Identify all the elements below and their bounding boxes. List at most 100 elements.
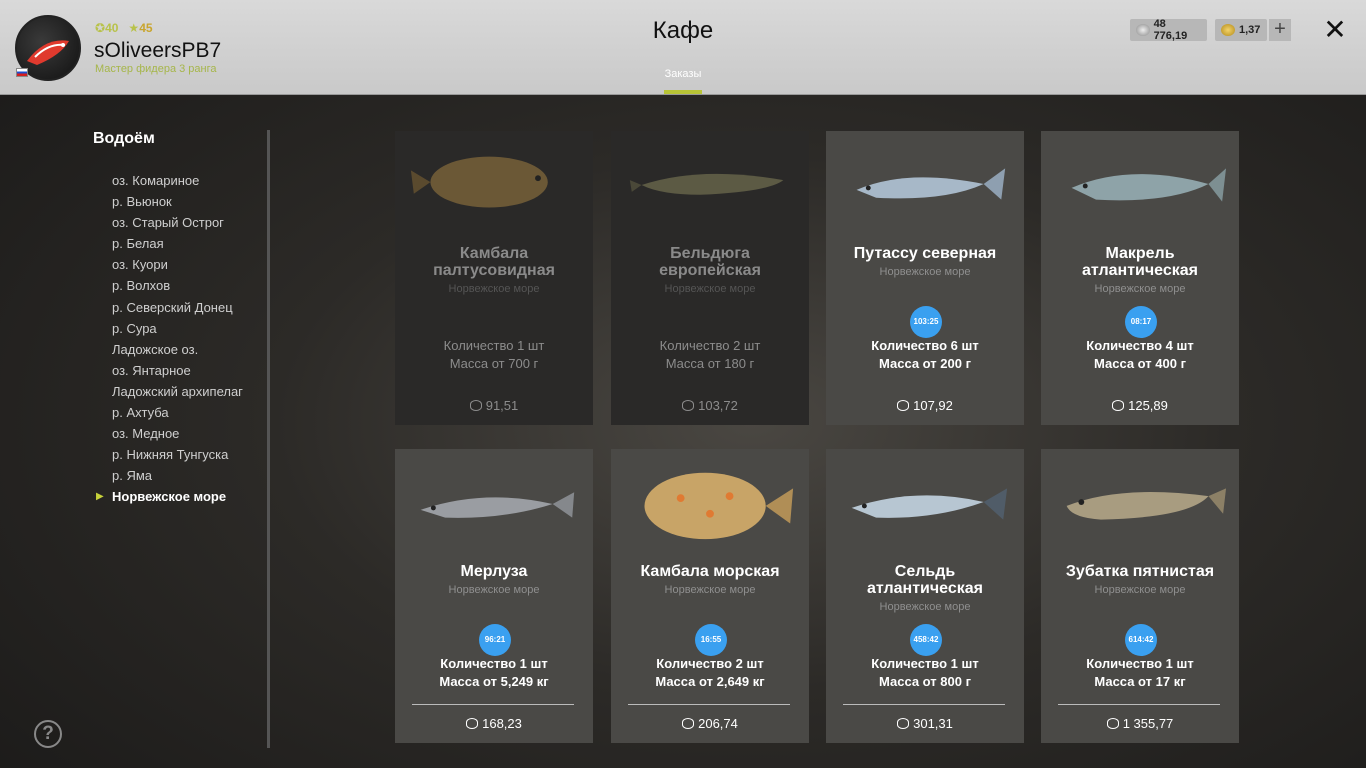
order-mass: Масса от 200 г <box>879 356 971 371</box>
order-card[interactable]: Путассу северная Норвежское море 103:25 Кол… <box>826 131 1024 425</box>
sidebar-item-label: р. Вьюнок <box>112 194 172 210</box>
order-quantity: Количество 2 шт <box>659 338 761 353</box>
order-price: 107,92 <box>826 398 1024 413</box>
sidebar-item[interactable]: оз. Куори <box>112 254 243 275</box>
coin-icon <box>682 400 695 411</box>
fish-name-line1: Путассу северная <box>853 245 997 262</box>
fish-name: Мерлуза <box>395 563 593 580</box>
help-icon[interactable]: ? <box>34 720 62 748</box>
order-price-value: 91,51 <box>485 398 519 413</box>
fish-name-line2: атлантическая <box>866 580 984 597</box>
order-card[interactable]: Камбала морская Норвежское море 16:55 Колич… <box>611 449 809 743</box>
sidebar-item[interactable]: ▶ Норвежское море <box>96 486 243 507</box>
fish-name: Зубатка пятнистая <box>1041 563 1239 580</box>
sidebar-item[interactable]: Ладожское оз. <box>112 339 243 360</box>
order-card[interactable]: Камбала палтусовидная Норвежское море Колич… <box>395 131 593 425</box>
order-mass: Масса от 700 г <box>449 356 539 371</box>
sidebar-item-label: Норвежское море <box>112 489 227 505</box>
order-price-value: 103,72 <box>698 398 738 413</box>
timer-badge: 103:25 <box>910 306 942 338</box>
order-price: 301,31 <box>826 716 1024 731</box>
timer-badge: 614:42 <box>1125 624 1157 656</box>
sidebar-item-label: оз. Старый Острог <box>112 215 224 231</box>
fish-name-line2: европейская <box>659 262 761 279</box>
gold-balance: 1,37 <box>1215 19 1267 41</box>
order-price: 103,72 <box>611 398 809 413</box>
card-divider <box>843 704 1005 705</box>
sidebar-item[interactable]: оз. Янтарное <box>112 360 243 381</box>
fish-name-line1: Зубатка пятнистая <box>1065 563 1215 580</box>
card-divider <box>628 704 790 705</box>
fish-region: Норвежское море <box>879 601 971 613</box>
sidebar-item[interactable]: р. Сура <box>112 318 243 339</box>
order-mass: Масса от 17 кг <box>1094 674 1186 689</box>
sidebar-item[interactable]: р. Вьюнок <box>112 191 243 212</box>
sidebar-item[interactable]: р. Белая <box>112 233 243 254</box>
active-tab-indicator <box>664 90 702 94</box>
fish-region: Норвежское море <box>879 266 971 278</box>
fish-name-line2: палтусовидная <box>433 262 555 279</box>
waterbody-list: оз. Комариное р. Вьюнок оз. Старый Острог р… <box>96 170 243 508</box>
silver-coin-icon <box>1136 24 1150 36</box>
tab-orders[interactable]: Заказы <box>663 68 703 80</box>
order-card[interactable]: Бельдюга европейская Норвежское море Количе… <box>611 131 809 425</box>
sidebar-item[interactable]: оз. Комариное <box>112 170 243 191</box>
sidebar-item[interactable]: р. Ахтуба <box>112 402 243 423</box>
order-quantity: Количество 1 шт <box>440 656 548 671</box>
card-divider <box>412 704 574 705</box>
timer-badge: 458:42 <box>910 624 942 656</box>
fish-name: Камбала морская <box>611 563 809 580</box>
fish-name-line1: Камбала морская <box>640 563 780 580</box>
sidebar-item[interactable]: р. Яма <box>112 465 243 486</box>
silver-amount: 48 776,19 <box>1153 18 1188 42</box>
add-gold-button[interactable]: + <box>1269 19 1291 41</box>
order-quantity: Количество 1 шт <box>443 338 545 353</box>
order-mass: Масса от 400 г <box>1094 356 1186 371</box>
sidebar-item-label: оз. Комариное <box>112 173 200 188</box>
sidebar-divider <box>267 130 270 748</box>
coin-icon <box>682 718 695 729</box>
fish-name: Макрель атлантическая <box>1041 245 1239 279</box>
fish-image <box>1066 488 1227 520</box>
sidebar-item[interactable]: оз. Старый Острог <box>112 212 243 233</box>
coin-icon <box>466 718 479 729</box>
sidebar-item[interactable]: р. Северский Донец <box>112 297 243 318</box>
order-quantity: Количество 1 шт <box>1086 656 1194 671</box>
fish-image <box>644 472 794 540</box>
order-price-value: 1 355,77 <box>1122 716 1174 731</box>
silver-balance: 48 776,19 <box>1130 18 1207 42</box>
sidebar-item[interactable]: оз. Медное <box>112 423 243 444</box>
sidebar-item-label: р. Нижняя Тунгуска <box>112 447 229 463</box>
rank-title: Мастер фидера 3 ранга <box>95 63 217 75</box>
sidebar-item-label: Ладожское оз. <box>112 341 199 357</box>
timer-badge: 08:17 <box>1125 306 1157 338</box>
sidebar-item-label: р. Ахтуба <box>112 405 169 421</box>
fish-image <box>851 488 1008 520</box>
sidebar-item[interactable]: р. Волхов <box>112 275 243 296</box>
order-mass: Масса от 2,649 кг <box>655 674 765 689</box>
order-mass: Масса от 5,249 кг <box>439 674 549 689</box>
fish-name: Камбала палтусовидная <box>395 245 593 279</box>
sidebar-item-label: оз. Янтарное <box>112 362 191 378</box>
order-price: 91,51 <box>395 398 593 413</box>
fish-image <box>856 168 1006 200</box>
order-price-value: 107,92 <box>913 398 953 413</box>
order-quantity: Количество 4 шт <box>1086 338 1194 353</box>
order-quantity: Количество 1 шт <box>871 656 979 671</box>
sidebar-item[interactable]: Ладожский архипелаг <box>112 381 243 402</box>
order-price: 1 355,77 <box>1041 716 1239 731</box>
sidebar-item-label: оз. Куори <box>112 257 168 273</box>
fish-image <box>410 156 548 208</box>
order-price-value: 168,23 <box>482 716 522 731</box>
close-icon[interactable]: ✕ <box>1322 16 1348 44</box>
sidebar-item-label: оз. Медное <box>112 426 180 442</box>
order-card[interactable]: Мерлуза Норвежское море 96:21 Количество 1 … <box>395 449 593 743</box>
sidebar-item-label: р. Яма <box>112 468 153 484</box>
order-card[interactable]: Макрель атлантическая Норвежское море 08:17… <box>1041 131 1239 425</box>
order-card[interactable]: Сельдь атлантическая Норвежское море 458:42… <box>826 449 1024 743</box>
fish-name-line1: Макрель <box>1105 245 1175 262</box>
sidebar-item-label: р. Белая <box>112 236 164 252</box>
sidebar-item[interactable]: р. Нижняя Тунгуска <box>112 444 243 465</box>
order-card[interactable]: Зубатка пятнистая Норвежское море 614:42 Ко… <box>1041 449 1239 743</box>
gold-amount: 1,37 <box>1239 24 1261 36</box>
